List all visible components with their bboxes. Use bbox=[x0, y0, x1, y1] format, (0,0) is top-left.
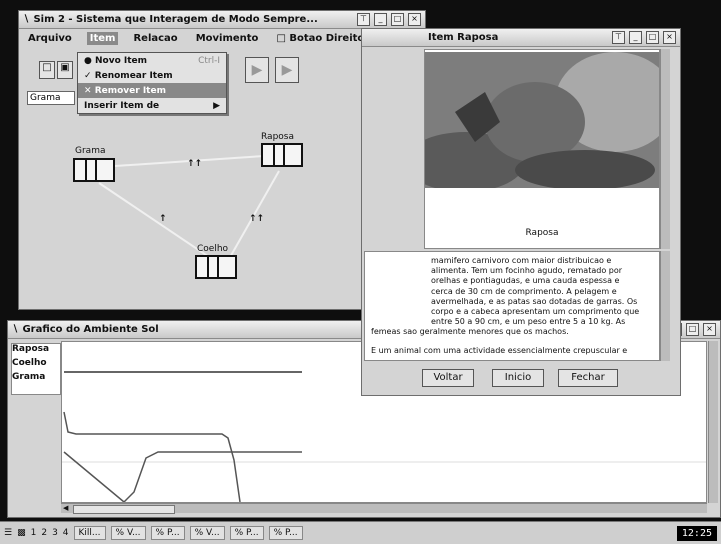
info-window: Item Raposa ⊤ _ □ × Raposa mamifero carn… bbox=[361, 28, 681, 396]
fox-photo bbox=[425, 52, 659, 188]
submenu-arrow-icon: ▶ bbox=[213, 100, 220, 111]
taskbar-task[interactable]: % V... bbox=[110, 526, 146, 540]
menu-option-inserir-item[interactable]: Inserir Item de ▶ bbox=[78, 98, 226, 113]
workspace-button[interactable]: 4 bbox=[63, 528, 69, 538]
series-line-grama bbox=[63, 451, 302, 502]
info-text-line: avermelhada, e as patas sao dotadas de g… bbox=[431, 296, 638, 306]
info-text-line: corpo e a cabeca apresentam um comprimen… bbox=[431, 307, 640, 317]
maximize-icon[interactable]: □ bbox=[686, 323, 699, 336]
radio-dot-icon: ● bbox=[84, 55, 95, 66]
taskbar-task[interactable]: % P... bbox=[268, 526, 303, 540]
edge-label: ↑↑ bbox=[187, 159, 203, 169]
edge-label: ↑ bbox=[159, 214, 167, 224]
text-scrollbar[interactable] bbox=[660, 251, 670, 361]
graph-scroll-thumb[interactable] bbox=[73, 505, 175, 514]
node-raposa[interactable] bbox=[261, 143, 303, 167]
taskbar-task[interactable]: % P... bbox=[229, 526, 264, 540]
series-legend: Raposa Coelho Grama bbox=[11, 343, 61, 395]
menu-option-renomear-item[interactable]: ✓ Renomear Item bbox=[78, 68, 226, 83]
workspace-button[interactable]: 1 bbox=[31, 528, 37, 538]
start-button[interactable]: Inicio bbox=[492, 369, 544, 387]
graph-vertical-scrollbar[interactable] bbox=[708, 341, 718, 503]
taskbar: ☰ ▩ 1 2 3 4 Kill... % V... % P... % V...… bbox=[0, 521, 721, 544]
check-icon: ✓ bbox=[84, 70, 95, 81]
info-text-line: E um animal com uma actividade essencial… bbox=[371, 345, 628, 355]
legend-grama: Grama bbox=[12, 372, 46, 382]
info-title: Item Raposa bbox=[428, 32, 499, 43]
close-button[interactable]: Fechar bbox=[558, 369, 618, 387]
node-label-raposa: Raposa bbox=[261, 132, 294, 142]
clock: 12:25 bbox=[676, 525, 717, 541]
info-text-line bbox=[371, 338, 653, 346]
terminal-icon[interactable]: ▩ bbox=[17, 528, 26, 538]
series-line-coelho bbox=[63, 411, 241, 502]
image-caption: Raposa bbox=[525, 228, 559, 238]
info-titlebar[interactable]: Item Raposa ⊤ _ □ × bbox=[362, 29, 680, 47]
workspace-button[interactable]: 3 bbox=[52, 528, 58, 538]
node-label-grama: Grama bbox=[75, 146, 106, 156]
info-image-panel: Raposa bbox=[424, 49, 660, 249]
taskbar-task[interactable]: % P... bbox=[150, 526, 185, 540]
info-text-line: entre 50 a 90 cm, e um peso entre 5 a 10… bbox=[431, 317, 626, 327]
menu-option-novo-item[interactable]: ● Novo Item Ctrl-I bbox=[78, 53, 226, 68]
minimize-icon[interactable]: _ bbox=[629, 31, 642, 44]
graph-horizontal-scrollbar[interactable]: ◀ bbox=[61, 503, 707, 514]
node-coelho[interactable] bbox=[195, 255, 237, 279]
info-text-line: femeas sao geralmente menores que os mac… bbox=[371, 327, 569, 337]
taskbar-task[interactable]: % V... bbox=[189, 526, 225, 540]
close-icon[interactable]: × bbox=[703, 323, 716, 336]
item-dropdown-menu: ● Novo Item Ctrl-I ✓ Renomear Item ✕ Remo… bbox=[77, 52, 227, 114]
info-text-line: mamifero carnivoro com maior distribuica… bbox=[431, 256, 612, 265]
maximize-icon[interactable]: □ bbox=[646, 31, 659, 44]
node-label-coelho: Coelho bbox=[197, 244, 229, 254]
edge-label: ↑↑ bbox=[249, 214, 265, 224]
legend-raposa: Raposa bbox=[12, 344, 50, 354]
legend-coelho: Coelho bbox=[12, 358, 47, 368]
menu-option-remover-item[interactable]: ✕ Remover Item bbox=[78, 83, 226, 98]
info-text-line: alimenta. Tem um focinho agudo, rematado… bbox=[431, 266, 623, 276]
start-menu-icon[interactable]: ☰ bbox=[4, 528, 12, 538]
pin-icon[interactable]: ⊤ bbox=[612, 31, 625, 44]
workspace-button[interactable]: 2 bbox=[41, 528, 47, 538]
image-scrollbar[interactable] bbox=[660, 49, 670, 249]
cross-icon: ✕ bbox=[84, 85, 95, 96]
info-text-line: cerca de 30 cm de comprimento. A pelagem… bbox=[431, 286, 617, 296]
scroll-left-arrow[interactable]: ◀ bbox=[63, 504, 68, 512]
taskbar-task[interactable]: Kill... bbox=[73, 526, 106, 540]
back-button[interactable]: Voltar bbox=[422, 369, 474, 387]
info-text-panel: mamifero carnivoro com maior distribuica… bbox=[364, 251, 660, 361]
close-icon[interactable]: × bbox=[663, 31, 676, 44]
info-text-line: orelhas e pontiagudas, e uma cauda espes… bbox=[431, 276, 620, 286]
graph-title: Grafico do Ambiente Sol bbox=[22, 324, 159, 335]
window-icon: ∖ bbox=[12, 324, 23, 335]
node-grama[interactable] bbox=[73, 158, 115, 182]
